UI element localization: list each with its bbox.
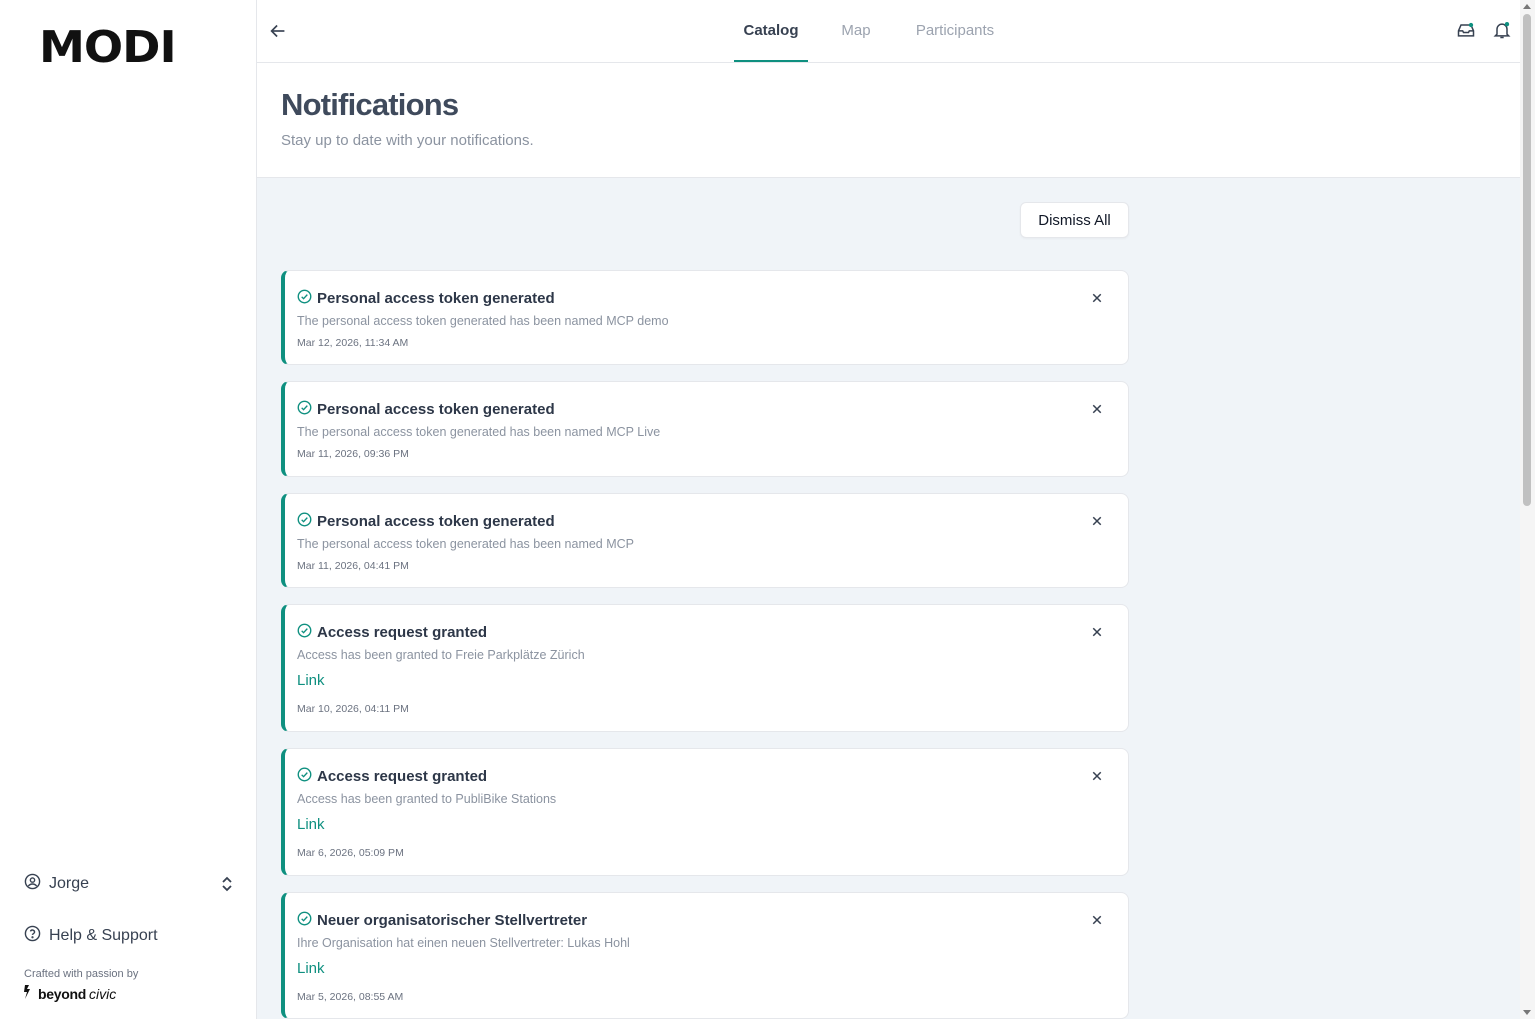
notification-message: The personal access token generated has …: [297, 314, 669, 328]
check-circle-icon: [297, 623, 312, 642]
notification-card: Personal access token generated The pers…: [281, 270, 1129, 365]
notification-title-row: Access request granted: [297, 767, 487, 786]
dismiss-all-button[interactable]: Dismiss All: [1020, 202, 1129, 238]
brand-bold-text: beyond: [38, 985, 86, 1002]
top-bar: Catalog Map Participants: [257, 0, 1520, 63]
beyondcivic-brand[interactable]: beyond civic: [24, 985, 116, 1002]
notification-title: Neuer organisatorischer Stellvertreter: [317, 912, 588, 929]
close-icon[interactable]: [1088, 623, 1106, 641]
notification-message: Access has been granted to Freie Parkplä…: [297, 648, 585, 662]
notification-title-row: Personal access token generated: [297, 289, 555, 308]
close-icon[interactable]: [1088, 767, 1106, 785]
notification-title-row: Access request granted: [297, 623, 487, 642]
close-icon[interactable]: [1088, 512, 1106, 530]
scroll-up-arrow-icon[interactable]: [1523, 4, 1531, 9]
notification-link[interactable]: Link: [297, 960, 325, 977]
notification-date: Mar 6, 2026, 05:09 PM: [297, 847, 404, 859]
notification-title: Personal access token generated: [317, 401, 555, 418]
close-icon[interactable]: [1088, 911, 1106, 929]
notification-title-row: Personal access token generated: [297, 512, 555, 531]
notification-date: Mar 11, 2026, 09:36 PM: [297, 448, 409, 460]
notification-date: Mar 12, 2026, 11:34 AM: [297, 337, 409, 349]
brand-italic-text: civic: [88, 985, 117, 1002]
notification-link[interactable]: Link: [297, 672, 325, 689]
inbox-icon[interactable]: [1456, 20, 1476, 40]
sidebar: MODI Jorge Help & Support Crafted with p…: [0, 0, 257, 1019]
notification-message: Access has been granted to PubliBike Sta…: [297, 792, 557, 806]
notification-title-row: Personal access token generated: [297, 400, 555, 419]
page-title: Notifications: [281, 87, 459, 122]
user-circle-icon: [24, 873, 41, 895]
beyondcivic-logo-icon: [24, 985, 35, 1002]
close-icon[interactable]: [1088, 400, 1106, 418]
notification-card: Access request granted Access has been g…: [281, 604, 1129, 732]
tab-catalog[interactable]: Catalog: [734, 0, 808, 62]
page-scrollbar[interactable]: [1520, 0, 1535, 1019]
notification-date: Mar 11, 2026, 04:41 PM: [297, 560, 409, 572]
notification-link[interactable]: Link: [297, 816, 325, 833]
help-support-label: Help & Support: [49, 927, 158, 944]
notification-message: The personal access token generated has …: [297, 537, 635, 551]
user-menu[interactable]: Jorge: [24, 872, 234, 896]
help-circle-icon: [24, 925, 41, 947]
back-arrow-icon[interactable]: [267, 20, 289, 42]
scrollbar-thumb[interactable]: [1523, 14, 1531, 506]
tab-map[interactable]: Map: [839, 0, 873, 62]
notification-title: Access request granted: [317, 768, 488, 785]
notification-card: Personal access token generated The pers…: [281, 381, 1129, 477]
notification-title: Access request granted: [317, 624, 488, 641]
page-header: Notifications Stay up to date with your …: [257, 63, 1520, 178]
check-circle-icon: [297, 911, 312, 930]
bell-icon[interactable]: [1492, 20, 1512, 40]
notification-message: Ihre Organisation hat einen neuen Stellv…: [297, 936, 630, 950]
modi-logo[interactable]: MODI: [39, 26, 177, 70]
notification-title: Personal access token generated: [317, 290, 555, 307]
notification-card: Personal access token generated The pers…: [281, 493, 1129, 588]
scroll-down-arrow-icon[interactable]: [1523, 1010, 1531, 1015]
close-icon[interactable]: [1088, 289, 1106, 307]
check-circle-icon: [297, 767, 312, 786]
tab-participants[interactable]: Participants: [912, 0, 998, 62]
crafted-by-text: Crafted with passion by: [24, 968, 139, 980]
user-name: Jorge: [49, 875, 90, 892]
notification-card: Access request granted Access has been g…: [281, 748, 1129, 876]
notification-date: Mar 5, 2026, 08:55 AM: [297, 991, 404, 1003]
check-circle-icon: [297, 400, 312, 419]
notification-date: Mar 10, 2026, 04:11 PM: [297, 703, 409, 715]
notification-message: The personal access token generated has …: [297, 425, 661, 439]
notification-title-row: Neuer organisatorischer Stellvertreter: [297, 911, 587, 930]
notification-title: Personal access token generated: [317, 513, 555, 530]
help-support-link[interactable]: Help & Support: [24, 924, 158, 948]
check-circle-icon: [297, 289, 312, 308]
page-subtitle: Stay up to date with your notifications.: [281, 132, 534, 149]
check-circle-icon: [297, 512, 312, 531]
chevron-up-down-icon: [220, 875, 234, 898]
notifications-content: Dismiss All Personal access token genera…: [257, 178, 1520, 1019]
notification-card: Neuer organisatorischer Stellvertreter I…: [281, 892, 1129, 1019]
